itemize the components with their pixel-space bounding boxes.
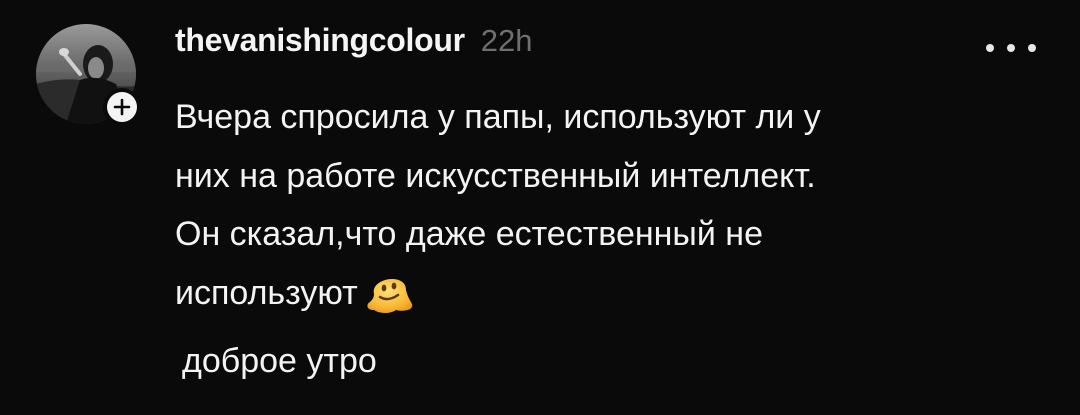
more-dots-icon (986, 44, 994, 52)
follow-button-inner (107, 92, 137, 122)
body-line: используют (175, 273, 358, 312)
plus-icon (113, 98, 131, 116)
body-line: Он сказал,что даже естественный не (175, 215, 763, 253)
body-line-with-emoji: используют (175, 264, 1045, 333)
more-dots-icon (1007, 44, 1015, 52)
timestamp: 22h (480, 23, 533, 58)
post-body: Вчера спросила у папы, используют ли у н… (175, 88, 1045, 391)
avatar-container[interactable] (36, 24, 141, 126)
post-header: thevanishingcolour 22h (175, 22, 532, 72)
footer-text: доброе утро (182, 342, 377, 380)
melting-face-emoji-icon (366, 270, 414, 333)
post-item: thevanishingcolour 22h Вчера спросила у … (0, 0, 1080, 415)
more-dots-icon (1028, 44, 1036, 52)
more-options-button[interactable] (986, 38, 1036, 58)
username-link[interactable]: thevanishingcolour (175, 22, 465, 59)
body-line: них на работе искусственный интеллект. (175, 156, 816, 195)
follow-button[interactable] (103, 88, 141, 126)
body-line: Вчера спросила у папы, используют ли у (175, 98, 821, 136)
